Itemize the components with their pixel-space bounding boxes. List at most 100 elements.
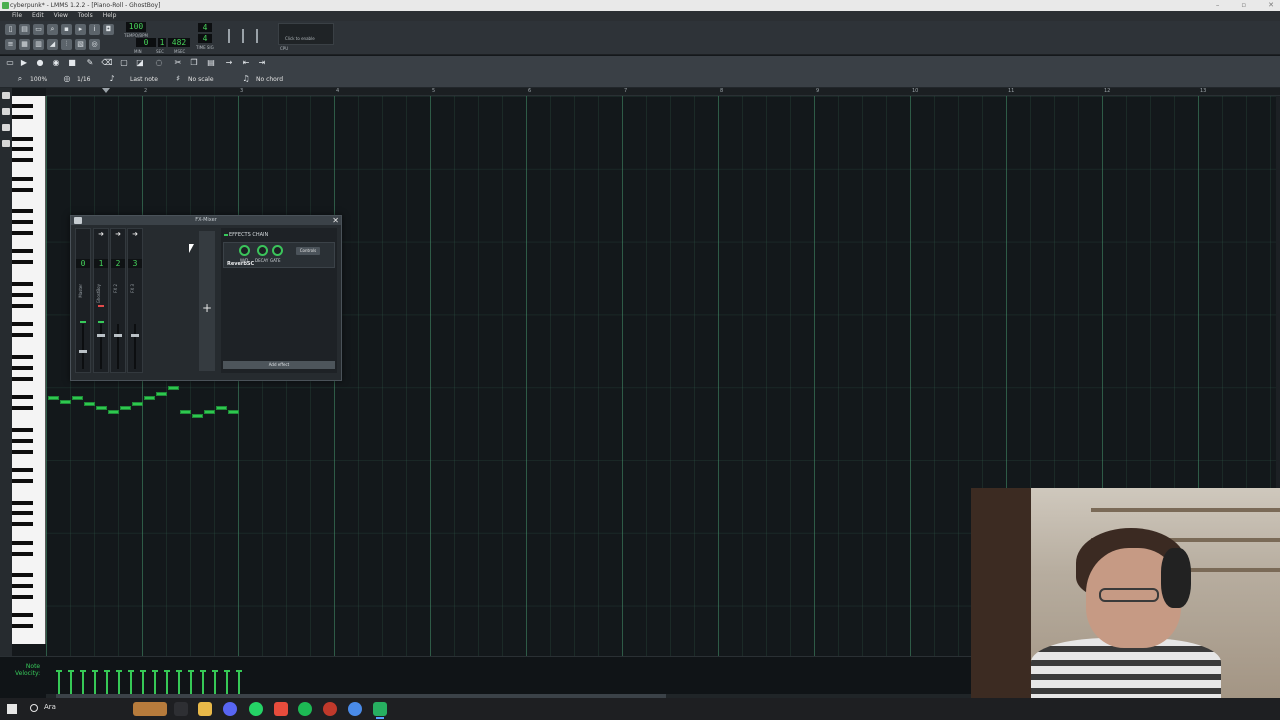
file-explorer-icon[interactable] (198, 702, 212, 716)
note[interactable] (72, 396, 83, 400)
black-key[interactable] (12, 282, 33, 287)
tempo-display[interactable]: 100 (126, 22, 146, 32)
black-key[interactable] (12, 333, 33, 338)
minimize-icon[interactable]: – (1216, 0, 1220, 11)
gate-knob[interactable] (272, 245, 283, 256)
black-key[interactable] (12, 249, 33, 254)
close-icon[interactable]: ✕ (1268, 0, 1274, 11)
effect-controls-button[interactable]: Controls (296, 247, 320, 255)
search-icon[interactable] (30, 704, 38, 712)
note[interactable] (120, 406, 131, 410)
black-key[interactable] (12, 595, 33, 600)
play-icon[interactable]: ▶ (18, 57, 30, 69)
black-key[interactable] (12, 322, 33, 327)
send-arrow-icon[interactable]: ➜ (128, 230, 142, 238)
black-key[interactable] (12, 176, 33, 181)
black-key[interactable] (12, 540, 33, 545)
note[interactable] (96, 406, 107, 410)
chrome-icon[interactable] (348, 702, 362, 716)
my-projects-tab[interactable] (2, 108, 10, 115)
camera-icon[interactable]: ◘ (103, 24, 114, 35)
black-key[interactable] (12, 209, 33, 214)
task-view-icon[interactable] (174, 702, 188, 716)
black-key[interactable] (12, 260, 33, 265)
black-key[interactable] (12, 624, 33, 629)
send-arrow-icon[interactable]: ➜ (111, 230, 125, 238)
note[interactable] (228, 410, 239, 414)
piano-keyboard[interactable]: C8 C7 C6 C5 C4 C3 C2 (12, 96, 54, 644)
timesig-denominator[interactable]: 4 (198, 34, 212, 43)
fader-handle[interactable] (114, 334, 122, 337)
note[interactable] (216, 406, 227, 410)
velocity-bar[interactable] (188, 670, 194, 694)
black-key[interactable] (12, 522, 33, 527)
automation-editor-icon[interactable]: ◢ (47, 39, 58, 50)
record-while-playing-icon[interactable]: ◉ (50, 57, 62, 69)
paste-icon[interactable]: ▤ (205, 57, 217, 69)
note[interactable] (156, 392, 167, 396)
fader-handle[interactable] (79, 350, 87, 353)
master-volume-slider[interactable] (228, 29, 230, 43)
black-key[interactable] (12, 365, 33, 370)
timeline-ruler[interactable]: 2 3 4 5 6 7 8 9 10 11 12 13 (46, 88, 1280, 96)
black-key[interactable] (12, 354, 33, 359)
taskbar-search[interactable]: Ara (44, 703, 56, 711)
my-samples-tab[interactable] (2, 124, 10, 131)
search-icon[interactable]: ⌕ (47, 24, 58, 35)
velocity-bar[interactable] (104, 670, 110, 694)
beat-editor-icon[interactable]: ▦ (19, 39, 30, 50)
cut-icon[interactable]: ✂ (172, 57, 184, 69)
black-key[interactable] (12, 551, 33, 556)
record-icon[interactable]: ● (34, 57, 46, 69)
note[interactable] (48, 396, 59, 400)
lmms-taskbar-icon[interactable] (373, 702, 387, 719)
velocity-bar[interactable] (176, 670, 182, 694)
black-key[interactable] (12, 573, 33, 578)
black-key[interactable] (12, 136, 33, 141)
velocity-bar[interactable] (140, 670, 146, 694)
black-key[interactable] (12, 103, 33, 108)
spotify-icon[interactable] (298, 702, 312, 716)
windows-start-icon[interactable] (7, 704, 17, 714)
fader-handle[interactable] (131, 334, 139, 337)
note[interactable] (180, 410, 191, 414)
black-key[interactable] (12, 438, 33, 443)
menu-view[interactable]: View (54, 11, 68, 21)
wet-dry-knob[interactable] (239, 245, 250, 256)
black-key[interactable] (12, 511, 33, 516)
master-pitch-slider[interactable] (242, 29, 244, 43)
step-back-icon[interactable]: ⇤ (240, 57, 252, 69)
black-key[interactable] (12, 187, 33, 192)
velocity-bar[interactable] (152, 670, 158, 694)
note[interactable] (60, 400, 71, 404)
black-key[interactable] (12, 427, 33, 432)
search-highlight-icon[interactable] (133, 702, 167, 716)
black-key[interactable] (12, 220, 33, 225)
copy-icon[interactable]: ❐ (188, 57, 200, 69)
open-project-icon[interactable]: ▭ (33, 24, 44, 35)
note[interactable] (132, 402, 143, 406)
decay-knob[interactable] (257, 245, 268, 256)
channel-fader[interactable] (114, 324, 122, 369)
close-icon[interactable]: ✕ (332, 216, 339, 225)
send-arrow-icon[interactable]: ➜ (94, 230, 108, 238)
black-key[interactable] (12, 478, 33, 483)
new-from-template-icon[interactable]: ▤ (19, 24, 30, 35)
black-key[interactable] (12, 293, 33, 298)
save-icon[interactable]: ▪ (61, 24, 72, 35)
quantize-select[interactable]: 1/16 (77, 76, 90, 83)
note[interactable] (84, 402, 95, 406)
black-key[interactable] (12, 158, 33, 163)
piano-roll-icon[interactable]: ▥ (33, 39, 44, 50)
song-editor-icon[interactable]: ≡ (5, 39, 16, 50)
cpu-graph[interactable]: Click to enable (278, 23, 334, 45)
black-key[interactable] (12, 613, 33, 618)
velocity-bar[interactable] (68, 670, 74, 694)
black-key[interactable] (12, 500, 33, 505)
velocity-bar[interactable] (236, 670, 242, 694)
whatsapp-icon[interactable] (249, 702, 263, 716)
fx-channel-1[interactable]: ➜ 1 GhostBoy (93, 228, 109, 373)
note[interactable] (108, 410, 119, 414)
menu-help[interactable]: Help (103, 11, 117, 21)
add-effect-button[interactable]: Add effect (223, 361, 335, 369)
